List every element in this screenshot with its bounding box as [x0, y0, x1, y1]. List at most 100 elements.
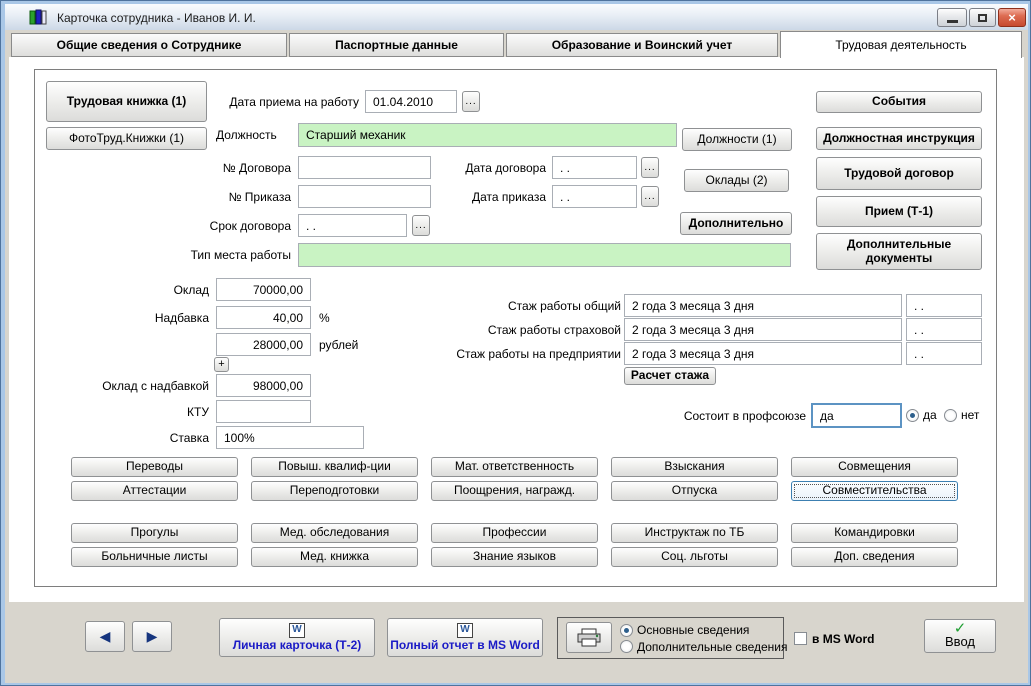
sick-leaves-button[interactable]: Больничные листы: [71, 547, 238, 567]
percent-unit-label: %: [319, 310, 330, 325]
enter-label: Ввод: [945, 634, 975, 650]
med-book-button[interactable]: Мед. книжка: [251, 547, 418, 567]
transfers-button[interactable]: Переводы: [71, 457, 238, 477]
tab-label: Паспортные данные: [335, 38, 458, 52]
contract-date-input[interactable]: . .: [552, 156, 637, 179]
job-description-button[interactable]: Должностная инструкция: [816, 127, 982, 150]
maximize-button[interactable]: [969, 8, 996, 27]
employment-contract-button[interactable]: Трудовой договор: [816, 157, 982, 190]
bonus-percent-input[interactable]: 40,00: [216, 306, 311, 329]
position-input[interactable]: Старший механик: [298, 123, 677, 147]
hiring-t1-button[interactable]: Прием (Т-1): [816, 196, 982, 227]
union-input[interactable]: да: [811, 403, 902, 428]
bonus-plus-button[interactable]: +: [214, 357, 229, 372]
enter-button[interactable]: ✓ Ввод: [924, 619, 996, 653]
safety-training-button[interactable]: Инструктаж по ТБ: [611, 523, 778, 543]
salary-total-input[interactable]: 98000,00: [216, 374, 311, 397]
languages-button[interactable]: Знание языков: [431, 547, 598, 567]
med-exams-button[interactable]: Мед. обследования: [251, 523, 418, 543]
union-yes-label: да: [923, 408, 937, 422]
liability-button[interactable]: Мат. ответственность: [431, 457, 598, 477]
seniority-insured-date[interactable]: . .: [906, 318, 982, 341]
workplace-type-input[interactable]: [298, 243, 791, 267]
bonus-rub-input[interactable]: 28000,00: [216, 333, 311, 356]
order-date-label: Дата приказа: [471, 189, 546, 204]
minimize-button[interactable]: [937, 8, 967, 27]
print-basic-label: Основные сведения: [637, 623, 750, 637]
printer-icon: [577, 628, 601, 647]
hire-date-label: Дата приема на работу: [229, 94, 359, 109]
rewards-button[interactable]: Поощрения, награжд.: [431, 481, 598, 501]
contract-date-browse-button[interactable]: ...: [641, 157, 659, 178]
full-report-label: Полный отчет в MS Word: [390, 637, 540, 652]
print-additional-label: Дополнительные сведения: [637, 640, 788, 654]
contract-term-input[interactable]: . .: [298, 214, 407, 237]
absences-button[interactable]: Прогулы: [71, 523, 238, 543]
additional-button[interactable]: Дополнительно: [680, 212, 792, 235]
print-button[interactable]: [566, 622, 612, 653]
union-no-radio[interactable]: [944, 409, 957, 422]
close-button[interactable]: ×: [998, 8, 1026, 27]
ktu-input[interactable]: [216, 400, 311, 423]
union-yes-radio[interactable]: [906, 409, 919, 422]
moonlighting-button[interactable]: Совместительства: [791, 481, 958, 501]
tab-label: Общие сведения о Сотруднике: [56, 38, 242, 52]
contract-no-label: № Договора: [222, 160, 291, 175]
tab-general[interactable]: Общие сведения о Сотруднике: [11, 33, 287, 57]
order-no-input[interactable]: [298, 185, 431, 208]
next-record-button[interactable]: ▶: [132, 621, 172, 652]
hire-date-input[interactable]: 01.04.2010: [365, 90, 457, 113]
positions-list-button[interactable]: Должности (1): [682, 128, 792, 151]
tab-employment[interactable]: Трудовая деятельность: [780, 31, 1022, 58]
print-basic-radio[interactable]: [620, 624, 633, 637]
personal-card-t2-button[interactable]: W Личная карточка (Т-2): [219, 618, 375, 657]
retraining-button[interactable]: Переподготовки: [251, 481, 418, 501]
professions-button[interactable]: Профессии: [431, 523, 598, 543]
rubles-unit-label: рублей: [319, 337, 359, 352]
penalties-button[interactable]: Взыскания: [611, 457, 778, 477]
attestations-button[interactable]: Аттестации: [71, 481, 238, 501]
tab-passport[interactable]: Паспортные данные: [289, 33, 504, 57]
order-date-browse-button[interactable]: ...: [641, 186, 659, 207]
contract-term-browse-button[interactable]: ...: [412, 215, 430, 236]
print-additional-radio[interactable]: [620, 640, 633, 653]
ktu-label: КТУ: [187, 404, 209, 419]
title-bar: Карточка сотрудника - Иванов И. И.: [5, 4, 1028, 30]
minimize-icon: [946, 20, 958, 23]
seniority-insured-input[interactable]: 2 года 3 месяца 3 дня: [624, 318, 902, 341]
arrow-left-icon: ◀: [99, 628, 111, 645]
to-ms-word-label: в MS Word: [812, 631, 875, 646]
app-books-icon: [29, 9, 47, 25]
extra-info-button[interactable]: Доп. сведения: [791, 547, 958, 567]
tab-education[interactable]: Образование и Воинский учет: [506, 33, 778, 57]
vacations-button[interactable]: Отпуска: [611, 481, 778, 501]
union-label: Состоит в профсоюзе: [683, 408, 806, 423]
to-ms-word-checkbox[interactable]: [794, 632, 807, 645]
seniority-company-input[interactable]: 2 года 3 месяца 3 дня: [624, 342, 902, 365]
qualification-button[interactable]: Повыш. квалиф-ции: [251, 457, 418, 477]
full-report-word-button[interactable]: W Полный отчет в MS Word: [387, 618, 543, 657]
additional-documents-button[interactable]: Дополнительные документы: [816, 233, 982, 270]
workbook-photos-button[interactable]: ФотоТруд.Книжки (1): [46, 127, 207, 150]
seniority-calc-button[interactable]: Расчет стажа: [624, 367, 716, 385]
seniority-total-input[interactable]: 2 года 3 месяца 3 дня: [624, 294, 902, 317]
hire-date-browse-button[interactable]: ...: [462, 91, 480, 112]
salary-input[interactable]: 70000,00: [216, 278, 311, 301]
maximize-icon: [978, 13, 987, 22]
union-no-label: нет: [961, 408, 980, 422]
order-date-input[interactable]: . .: [552, 185, 637, 208]
workbook-button[interactable]: Трудовая книжка (1): [46, 81, 207, 122]
social-benefits-button[interactable]: Соц. льготы: [611, 547, 778, 567]
contract-no-input[interactable]: [298, 156, 431, 179]
position-label: Должность: [216, 128, 277, 142]
seniority-total-date[interactable]: . .: [906, 294, 982, 317]
seniority-company-date[interactable]: . .: [906, 342, 982, 365]
business-trips-button[interactable]: Командировки: [791, 523, 958, 543]
prev-record-button[interactable]: ◀: [85, 621, 125, 652]
events-button[interactable]: События: [816, 91, 982, 113]
rate-input[interactable]: 100%: [216, 426, 364, 449]
workplace-type-label: Тип места работы: [190, 248, 291, 262]
combining-button[interactable]: Совмещения: [791, 457, 958, 477]
word-doc-icon: W: [457, 622, 473, 638]
salaries-list-button[interactable]: Оклады (2): [684, 169, 789, 192]
